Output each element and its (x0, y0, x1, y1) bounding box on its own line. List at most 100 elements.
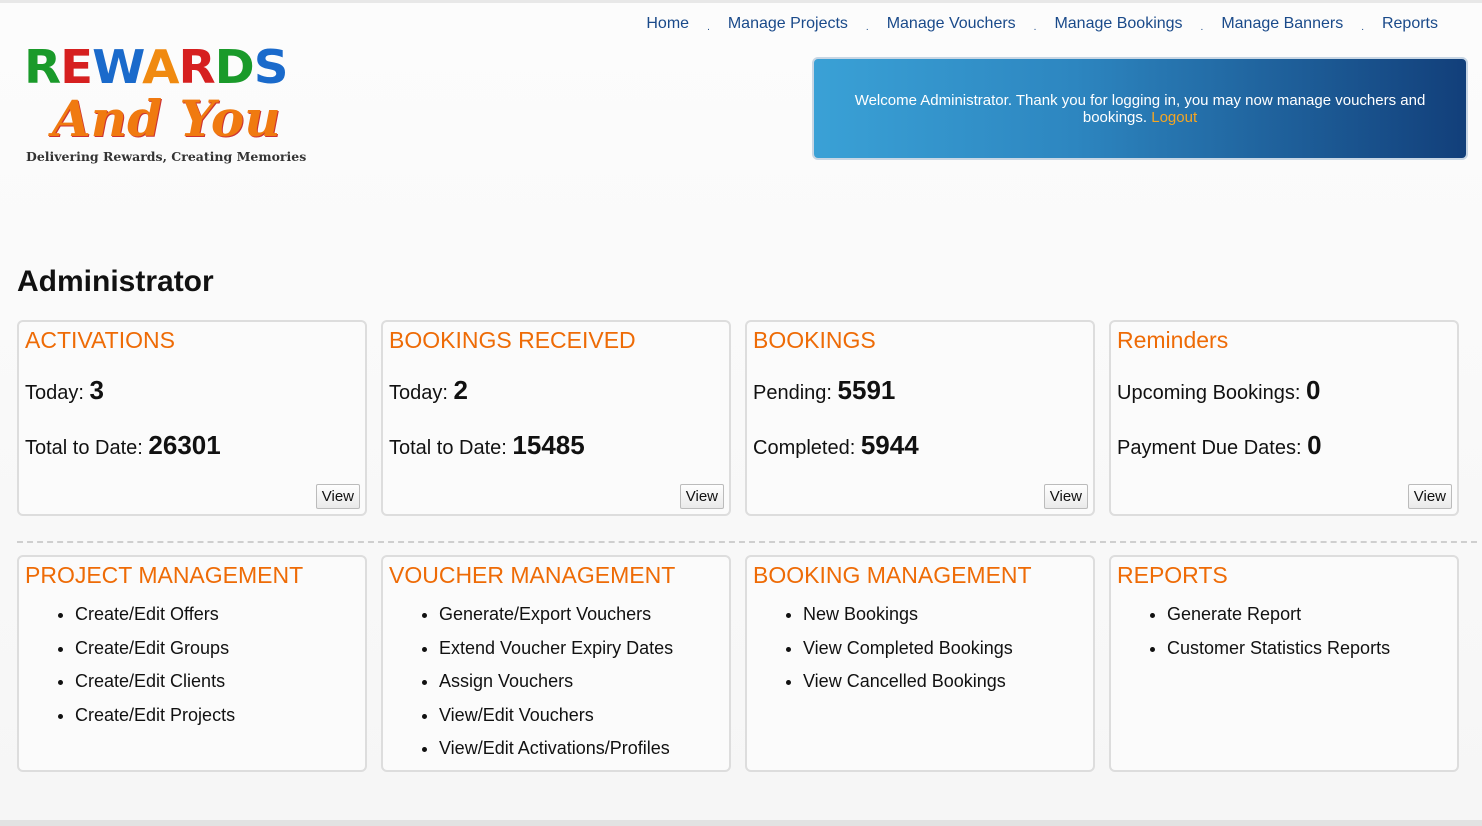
logo-letter: D (214, 40, 255, 94)
nav-reports[interactable]: Reports (1382, 15, 1438, 33)
nav-separator: . (1033, 21, 1037, 33)
project-management-panel: PROJECT MANAGEMENT Create/Edit Offers Cr… (17, 555, 367, 772)
stat-label: Payment Due Dates: (1117, 437, 1302, 459)
menu-link[interactable]: View Completed Bookings (803, 638, 1013, 658)
stat-row: Total to Date: 26301 (25, 430, 221, 461)
page-title: Administrator (17, 265, 214, 298)
menu-link[interactable]: Create/Edit Projects (75, 705, 235, 725)
stat-value: 0 (1306, 375, 1321, 405)
list-item: Create/Edit Offers (75, 604, 235, 638)
view-reminders-button[interactable]: View (1407, 484, 1452, 509)
nav-separator: . (707, 21, 710, 33)
welcome-text: Welcome Administrator. Thank you for log… (854, 91, 1426, 126)
stat-label: Total to Date: (25, 437, 143, 459)
list-item: View Cancelled Bookings (803, 671, 1013, 705)
stat-label: Upcoming Bookings: (1117, 382, 1301, 404)
menu-link[interactable]: New Bookings (803, 604, 918, 624)
menu-list: Create/Edit Offers Create/Edit Groups Cr… (75, 604, 235, 738)
list-item: View/Edit Activations/Profiles (439, 738, 673, 772)
reminders-panel: Reminders Upcoming Bookings: 0 Payment D… (1109, 320, 1459, 516)
stat-label: Today: (389, 382, 448, 404)
list-item: Create/Edit Groups (75, 638, 235, 672)
panel-title: PROJECT MANAGEMENT (25, 562, 304, 588)
list-item: View/Edit Vouchers (439, 705, 673, 739)
stat-value: 26301 (148, 430, 221, 460)
menu-link[interactable]: Customer Statistics Reports (1167, 638, 1390, 658)
panel-title: REPORTS (1117, 562, 1228, 588)
logo-letter: E (60, 40, 93, 94)
logout-link[interactable]: Logout (1151, 109, 1197, 126)
list-item: Customer Statistics Reports (1167, 638, 1390, 672)
stat-value: 3 (89, 375, 104, 405)
panel-title: BOOKING MANAGEMENT (753, 562, 1032, 588)
logo-letter: W (92, 40, 143, 94)
stat-label: Today: (25, 382, 84, 404)
stat-row: Total to Date: 15485 (389, 430, 585, 461)
logo-wordmark-and-you: And You (52, 89, 281, 148)
panel-title: BOOKINGS (753, 327, 876, 353)
bookings-panel: BOOKINGS Pending: 5591 Completed: 5944 V… (745, 320, 1095, 516)
logo-letter: R (24, 40, 61, 94)
nav-manage-bookings[interactable]: Manage Bookings (1054, 15, 1182, 33)
logo-letter: R (178, 40, 216, 94)
view-bookings-button[interactable]: View (1043, 484, 1088, 509)
menu-link[interactable]: Extend Voucher Expiry Dates (439, 638, 673, 658)
logo-tagline: Delivering Rewards, Creating Memories (26, 149, 307, 164)
bottom-border (0, 820, 1482, 826)
booking-management-panel: BOOKING MANAGEMENT New Bookings View Com… (745, 555, 1095, 772)
bookings-received-panel: BOOKINGS RECEIVED Today: 2 Total to Date… (381, 320, 731, 516)
nav-separator: . (1200, 21, 1204, 33)
stat-row: Upcoming Bookings: 0 (1117, 375, 1320, 406)
stat-value: 0 (1307, 430, 1322, 460)
stat-label: Total to Date: (389, 437, 507, 459)
nav-manage-banners[interactable]: Manage Banners (1221, 15, 1343, 33)
nav-separator: . (1361, 21, 1364, 33)
logo-wordmark-rewards: REWARDS (24, 44, 289, 90)
activations-panel: ACTIVATIONS Today: 3 Total to Date: 2630… (17, 320, 367, 516)
nav-manage-vouchers[interactable]: Manage Vouchers (887, 15, 1016, 33)
section-divider (17, 541, 1477, 543)
menu-link[interactable]: Create/Edit Offers (75, 604, 219, 624)
panel-title: VOUCHER MANAGEMENT (389, 562, 676, 588)
welcome-banner: Welcome Administrator. Thank you for log… (812, 57, 1468, 160)
stat-value: 5944 (860, 430, 919, 460)
stat-value: 15485 (512, 430, 585, 460)
menu-link[interactable]: Assign Vouchers (439, 671, 573, 691)
list-item: New Bookings (803, 604, 1013, 638)
reports-panel: REPORTS Generate Report Customer Statist… (1109, 555, 1459, 772)
view-bookings-received-button[interactable]: View (679, 484, 724, 509)
logo-letter: S (253, 40, 289, 94)
top-nav: Home . Manage Projects . Manage Vouchers… (646, 15, 1438, 33)
list-item: Create/Edit Projects (75, 705, 235, 739)
list-item: Assign Vouchers (439, 671, 673, 705)
list-item: View Completed Bookings (803, 638, 1013, 672)
nav-home[interactable]: Home (646, 15, 689, 33)
view-activations-button[interactable]: View (315, 484, 360, 509)
welcome-message: Welcome Administrator. Thank you for log… (854, 92, 1426, 126)
list-item: Extend Voucher Expiry Dates (439, 638, 673, 672)
panel-title: ACTIVATIONS (25, 327, 175, 353)
stat-row: Today: 3 (25, 375, 104, 406)
menu-list: New Bookings View Completed Bookings Vie… (803, 604, 1013, 705)
top-border (0, 0, 1482, 3)
list-item: Generate Report (1167, 604, 1390, 638)
menu-link[interactable]: Generate Report (1167, 604, 1301, 624)
nav-manage-projects[interactable]: Manage Projects (728, 15, 848, 33)
menu-link[interactable]: Create/Edit Clients (75, 671, 225, 691)
nav-separator: . (865, 21, 869, 33)
panel-title: Reminders (1117, 327, 1229, 353)
stat-row: Pending: 5591 (753, 375, 895, 406)
list-item: Create/Edit Clients (75, 671, 235, 705)
stat-row: Payment Due Dates: 0 (1117, 430, 1322, 461)
menu-link[interactable]: Create/Edit Groups (75, 638, 229, 658)
rewards-and-you-logo[interactable]: REWARDS And You Delivering Rewards, Crea… (24, 44, 306, 169)
stat-label: Pending: (753, 382, 832, 404)
menu-link[interactable]: Generate/Export Vouchers (439, 604, 651, 624)
menu-link[interactable]: View/Edit Activations/Profiles (439, 738, 670, 758)
stat-label: Completed: (753, 437, 856, 459)
menu-list: Generate/Export Vouchers Extend Voucher … (439, 604, 673, 772)
logo-letter: A (142, 40, 179, 94)
stat-value: 2 (453, 375, 468, 405)
menu-link[interactable]: View Cancelled Bookings (803, 671, 1006, 691)
menu-link[interactable]: View/Edit Vouchers (439, 705, 594, 725)
